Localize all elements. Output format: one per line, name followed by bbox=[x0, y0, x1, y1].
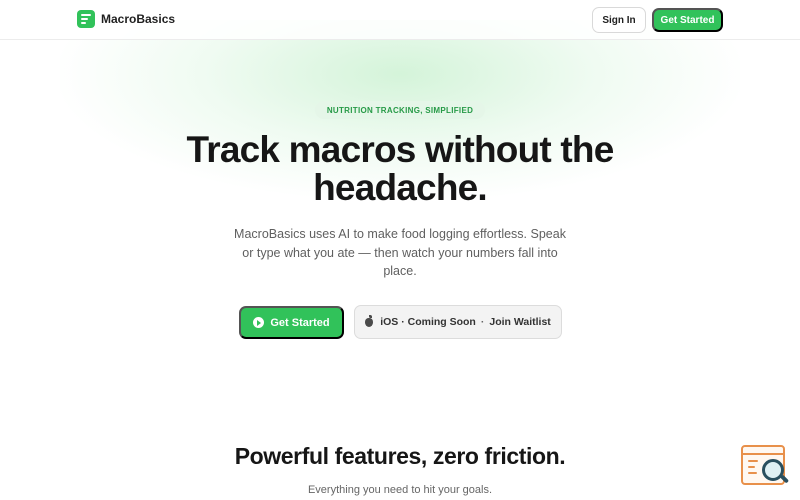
nav-get-started-button[interactable]: Get Started bbox=[652, 8, 723, 32]
hero-badge: NUTRITION TRACKING, SIMPLIFIED bbox=[315, 101, 485, 119]
search-window-icon[interactable] bbox=[741, 445, 790, 489]
hero-headline: Track macros without the headache. bbox=[186, 129, 615, 208]
features-title: Powerful features, zero friction. bbox=[234, 443, 566, 469]
waitlist-separator: · bbox=[480, 316, 485, 328]
landing-page: MacroBasics Sign In Get Started NUTRITIO… bbox=[0, 0, 800, 500]
brand[interactable]: MacroBasics bbox=[77, 10, 175, 28]
top-nav: MacroBasics Sign In Get Started bbox=[0, 0, 800, 40]
hero-get-started-label: Get Started bbox=[270, 316, 330, 329]
features-subtitle: Everything you need to hit your goals. bbox=[307, 484, 493, 496]
play-circle-icon bbox=[253, 317, 265, 328]
waitlist-action-label: Join Waitlist bbox=[489, 316, 551, 328]
brand-logo-icon bbox=[77, 10, 95, 28]
brand-name: MacroBasics bbox=[101, 12, 176, 26]
sign-in-button[interactable]: Sign In bbox=[592, 7, 646, 33]
apple-icon bbox=[365, 314, 374, 327]
hero-get-started-button[interactable]: Get Started bbox=[239, 306, 344, 339]
join-waitlist-button[interactable]: iOS · Coming Soon · Join Waitlist bbox=[354, 305, 562, 339]
hero-subtext: MacroBasics uses AI to make food logging… bbox=[234, 227, 566, 278]
waitlist-platform-label: iOS · Coming Soon bbox=[380, 316, 476, 328]
